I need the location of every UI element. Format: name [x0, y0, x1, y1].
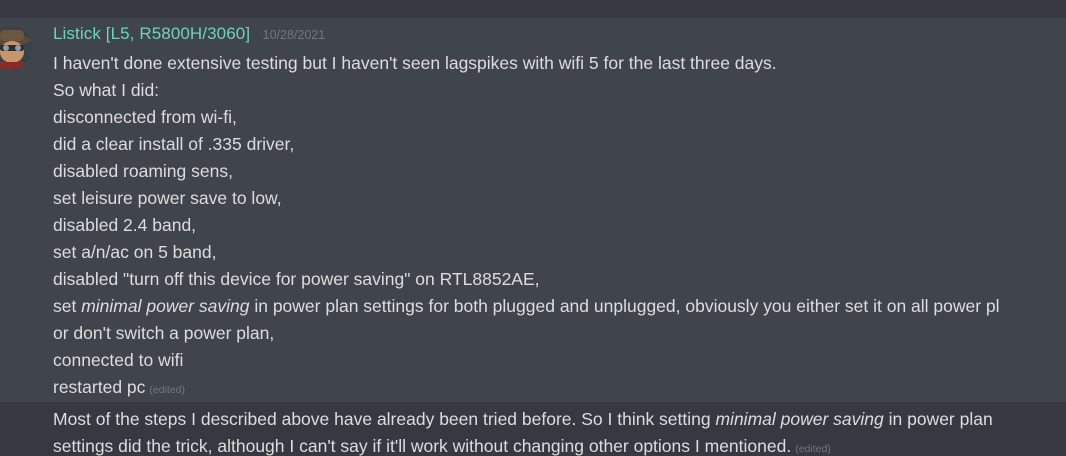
italic-text: minimal power saving — [715, 409, 884, 429]
followup-message[interactable]: Most of the steps I described above have… — [0, 402, 1066, 456]
message-line: disconnected from wi-fi, — [53, 107, 237, 127]
italic-text: minimal power saving — [81, 296, 250, 316]
message-line: set a/n/ac on 5 band, — [53, 242, 217, 262]
previous-message-edge — [0, 0, 1066, 18]
username[interactable]: Listick [L5, R5800H/3060] — [53, 24, 250, 43]
message-line: or don't switch a power plan, — [53, 323, 275, 343]
text-segment: set — [53, 296, 82, 316]
message-line-last: restarted pc (edited) — [53, 374, 1066, 401]
edited-label: (edited) — [149, 384, 186, 396]
message-line: settings did the trick, although I can't… — [53, 433, 1066, 456]
chat-view: Listick [L5, R5800H/3060] 10/28/2021 I h… — [0, 0, 1066, 456]
message-line: disabled roaming sens, — [53, 161, 233, 181]
message-line: So what I did: — [53, 80, 160, 100]
message-content: I haven't done extensive testing but I h… — [53, 50, 1066, 401]
followup-content: Most of the steps I described above have… — [53, 406, 1066, 456]
message-group[interactable]: Listick [L5, R5800H/3060] 10/28/2021 I h… — [0, 18, 1066, 402]
message-line: disabled 2.4 band, — [53, 215, 197, 235]
edited-label: (edited) — [795, 443, 831, 455]
text-segment: in power plan settings for both plugged … — [249, 296, 1000, 316]
message-line: connected to wifi — [53, 350, 184, 370]
message-line: set leisure power save to low, — [53, 188, 282, 208]
user-avatar-icon[interactable] — [0, 26, 32, 70]
message-header: Listick [L5, R5800H/3060] 10/28/2021 — [53, 24, 325, 44]
text-segment: restarted pc — [53, 377, 146, 397]
message-line: I haven't done extensive testing but I h… — [53, 53, 777, 73]
message-line: disabled "turn off this device for power… — [53, 269, 540, 289]
message-line: did a clear install of .335 driver, — [53, 134, 295, 154]
text-segment: settings did the trick, although I can't… — [53, 436, 792, 456]
timestamp[interactable]: 10/28/2021 — [263, 28, 326, 42]
message-line: Most of the steps I described above have… — [53, 406, 1066, 433]
text-segment: in power plan — [883, 409, 993, 429]
message-line-power-plan: set minimal power saving in power plan s… — [53, 293, 1066, 320]
text-segment: Most of the steps I described above have… — [53, 409, 716, 429]
